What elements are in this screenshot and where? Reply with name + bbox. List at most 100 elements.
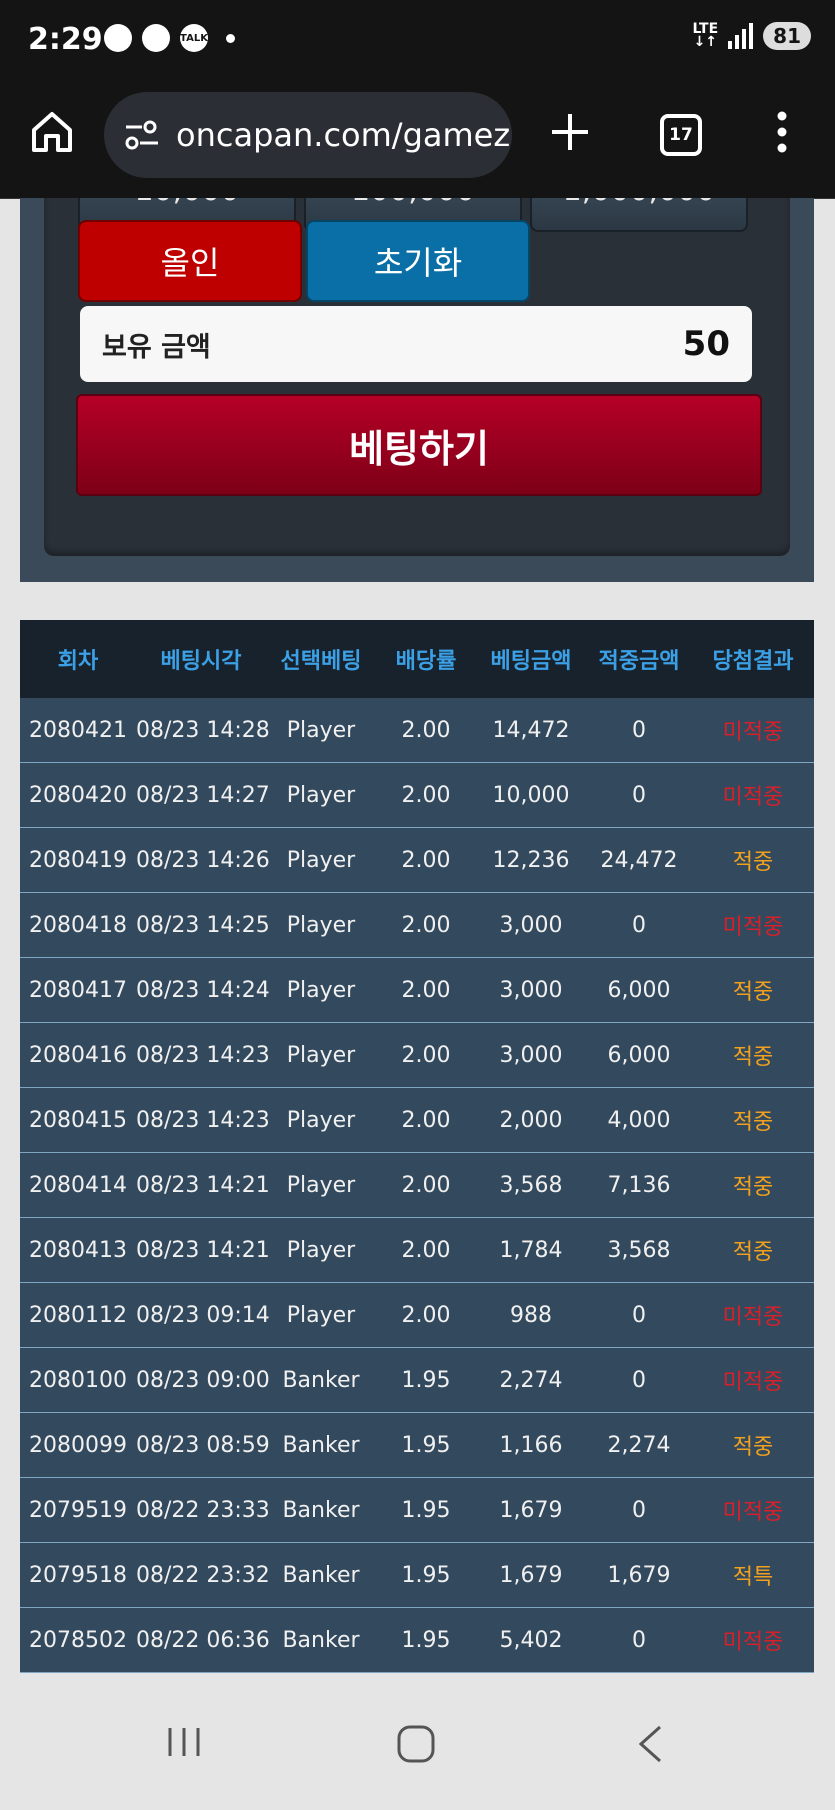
cell-payout: 6,000 [586,957,692,1023]
cell-bet-amount: 14,472 [476,698,586,763]
cell-bet-time: 08/23 14:27 [136,762,270,828]
cell-bet-amount: 3,000 [476,957,586,1023]
cell-odds: 1.95 [376,1542,476,1608]
cell-payout: 0 [586,1477,692,1543]
network-type: LTE ↓↑ [692,21,719,50]
table-row: 2080415 08/23 14:23 Player 2.00 2,000 4,000 적중 [20,1087,814,1153]
recent-apps-icon[interactable] [166,1724,202,1760]
battery-level: 81 [763,22,811,50]
cell-round: 2080413 [20,1217,136,1283]
cell-bet-time: 08/23 14:21 [136,1217,270,1283]
col-header-pick: 선택베팅 [266,620,376,698]
back-icon[interactable] [636,1724,664,1764]
balance-label: 보유 금액 [102,331,211,363]
cell-odds: 1.95 [376,1607,476,1673]
table-row: 2080100 08/23 09:00 Banker 1.95 2,274 0 미적중 [20,1347,814,1413]
cell-result: 미적중 [692,892,814,958]
signal-icon [728,23,754,49]
kakaotalk-icon: TALK [180,24,208,52]
cell-bet-time: 08/23 14:23 [136,1087,270,1153]
cell-bet-time: 08/23 08:59 [136,1412,270,1478]
address-bar[interactable]: oncapan.com/gamez [104,92,512,178]
cell-odds: 2.00 [376,1022,476,1088]
cell-payout: 7,136 [586,1152,692,1218]
cell-round: 2080421 [20,698,136,763]
cell-bet-time: 08/23 14:28 [136,698,270,763]
table-row: 2079518 08/22 23:32 Banker 1.95 1,679 1,679 적특 [20,1542,814,1608]
bet-panel: 10,000 100,000 1,000,000 올인 초기화 보유 금액 50… [44,198,790,556]
new-tab-icon[interactable] [548,110,592,154]
system-indicators: LTE ↓↑ 81 [692,22,811,50]
cell-round: 2080417 [20,957,136,1023]
cell-result: 적특 [692,1542,814,1608]
cell-result: 미적중 [692,1282,814,1348]
noodle-app-icon [104,24,132,52]
cell-bet-time: 08/23 14:26 [136,827,270,893]
cell-pick: Player [266,892,376,958]
cell-bet-amount: 1,784 [476,1217,586,1283]
table-row: 2080099 08/23 08:59 Banker 1.95 1,166 2,274 적중 [20,1412,814,1478]
nav-home-icon[interactable] [396,1724,436,1764]
cell-result: 적중 [692,827,814,893]
reset-button[interactable]: 초기화 [306,220,530,302]
cell-odds: 1.95 [376,1412,476,1478]
cell-payout: 0 [586,1347,692,1413]
cell-pick: Player [266,827,376,893]
cell-bet-time: 08/22 23:33 [136,1477,270,1543]
cell-pick: Banker [266,1412,376,1478]
allin-button[interactable]: 올인 [78,220,302,302]
cell-round: 2079519 [20,1477,136,1543]
col-header-round: 회차 [20,620,136,698]
cell-bet-amount: 1,166 [476,1412,586,1478]
cell-pick: Player [266,698,376,763]
place-bet-button[interactable]: 베팅하기 [76,394,762,496]
cell-odds: 2.00 [376,1087,476,1153]
chrome-icon [142,24,170,52]
table-row: 2080414 08/23 14:21 Player 2.00 3,568 7,136 적중 [20,1152,814,1218]
cell-round: 2078502 [20,1607,136,1673]
col-header-bet-time: 베팅시각 [136,620,266,698]
cell-pick: Banker [266,1347,376,1413]
cell-payout: 4,000 [586,1087,692,1153]
table-body: 2080421 08/23 14:28 Player 2.00 14,472 0 미적중 20… [20,698,814,1673]
cell-bet-time: 08/23 14:25 [136,892,270,958]
site-settings-icon[interactable] [122,115,162,155]
cell-result: 미적중 [692,1607,814,1673]
table-row: 2080419 08/23 14:26 Player 2.00 12,236 24,472… [20,827,814,893]
cell-result: 적중 [692,1412,814,1478]
cell-pick: Player [266,762,376,828]
bet-history-table: 회차 베팅시각 선택베팅 배당률 베팅금액 적중금액 당첨결과 2080421 0… [20,620,814,1673]
cell-bet-amount: 1,679 [476,1542,586,1608]
cell-bet-time: 08/23 14:24 [136,957,270,1023]
col-header-bet-amount: 베팅금액 [476,620,586,698]
cell-result: 적중 [692,1217,814,1283]
table-row: 2080417 08/23 14:24 Player 2.00 3,000 6,000 적중 [20,957,814,1023]
tab-switcher-button[interactable]: 17 [660,114,702,156]
cell-payout: 1,679 [586,1542,692,1608]
col-header-result: 당첨결과 [692,620,814,698]
cell-pick: Banker [266,1607,376,1673]
cell-payout: 0 [586,892,692,958]
table-row: 2079519 08/22 23:33 Banker 1.95 1,679 0 미적중 [20,1477,814,1543]
cell-odds: 2.00 [376,827,476,893]
cell-pick: Banker [266,1542,376,1608]
cell-bet-time: 08/23 14:23 [136,1022,270,1088]
more-menu-icon[interactable] [770,110,794,154]
amount-1000000-button[interactable]: 1,000,000 [530,198,748,232]
browser-toolbar: oncapan.com/gamez 17 [0,80,835,199]
cell-result: 적중 [692,1152,814,1218]
more-notifications-dot-icon [226,33,235,43]
table-row: 2080420 08/23 14:27 Player 2.00 10,000 0 미적중 [20,762,814,828]
cell-bet-amount: 3,568 [476,1152,586,1218]
cell-pick: Player [266,1087,376,1153]
cell-pick: Player [266,1152,376,1218]
cell-pick: Player [266,957,376,1023]
cell-pick: Player [266,1217,376,1283]
cell-bet-time: 08/22 23:32 [136,1542,270,1608]
cell-bet-amount: 2,000 [476,1087,586,1153]
home-icon[interactable] [28,108,76,156]
cell-result: 적중 [692,1087,814,1153]
cell-round: 2079518 [20,1542,136,1608]
table-row: 2080416 08/23 14:23 Player 2.00 3,000 6,000 적중 [20,1022,814,1088]
cell-round: 2080418 [20,892,136,958]
